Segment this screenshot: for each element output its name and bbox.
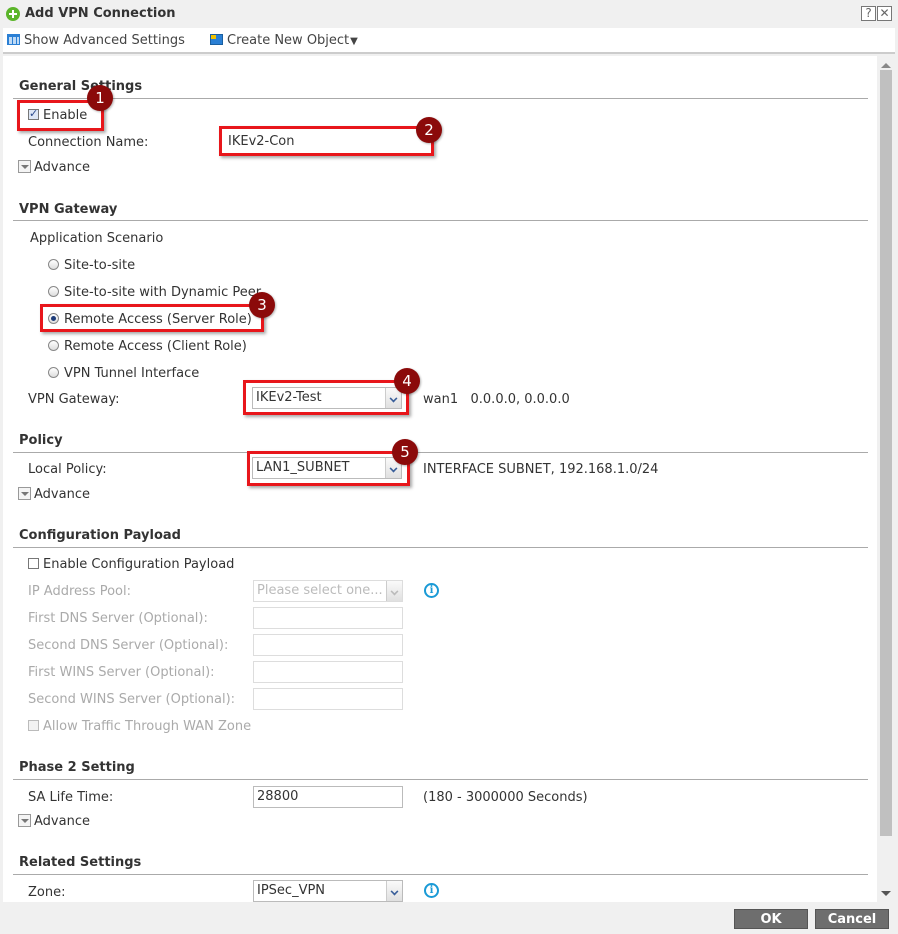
vertical-scrollbar[interactable]	[877, 56, 895, 902]
show-advanced-settings-label: Show Advanced Settings	[24, 33, 185, 48]
radio-label: Site-to-site	[64, 258, 136, 273]
annotation-badge-5: 5	[392, 439, 418, 465]
annotation-badge-1: 1	[87, 85, 113, 111]
divider	[13, 547, 868, 548]
info-icon[interactable]: i	[424, 583, 439, 598]
highlight-box-2	[219, 126, 434, 156]
create-new-object-button[interactable]: Create New Object▼	[210, 33, 358, 48]
divider	[13, 874, 868, 875]
new-object-icon	[210, 34, 223, 45]
radio-remote-access-client[interactable]: Remote Access (Client Role)	[48, 339, 247, 354]
checkbox-box[interactable]	[28, 558, 39, 569]
enable-configuration-payload-checkbox[interactable]: Enable Configuration Payload	[28, 557, 234, 572]
dialog-title: Add VPN Connection	[25, 6, 176, 21]
dialog-content: General Settings Enable Connection Name:…	[3, 56, 877, 902]
ip-address-pool-select[interactable]: Please select one...	[253, 580, 403, 602]
caret-down-icon: ▼	[350, 36, 358, 47]
annotation-badge-2: 2	[416, 117, 442, 143]
scroll-down-icon[interactable]	[881, 891, 891, 896]
divider	[13, 98, 868, 99]
sa-life-time-label: SA Life Time:	[28, 790, 114, 805]
first-wins-label: First WINS Server (Optional):	[28, 665, 215, 680]
allow-traffic-wan-label: Allow Traffic Through WAN Zone	[43, 719, 252, 734]
expand-icon	[18, 160, 31, 173]
dialog-titlebar: Add VPN Connection ? ✕	[0, 0, 898, 28]
section-title-general: General Settings	[19, 79, 143, 94]
second-wins-label: Second WINS Server (Optional):	[28, 692, 236, 707]
policy-advance-toggle[interactable]: Advance	[18, 487, 90, 502]
first-dns-label: First DNS Server (Optional):	[28, 611, 208, 626]
zone-select[interactable]: IPSec_VPN	[253, 880, 403, 902]
annotation-badge-3: 3	[249, 292, 275, 318]
divider	[13, 220, 868, 221]
cancel-button[interactable]: Cancel	[815, 909, 889, 929]
second-wins-input[interactable]	[253, 688, 403, 710]
advance-label: Advance	[34, 160, 90, 175]
section-title-configuration-payload: Configuration Payload	[19, 528, 181, 543]
advance-label: Advance	[34, 814, 90, 829]
checkbox-box[interactable]	[28, 720, 39, 731]
application-scenario-label: Application Scenario	[30, 231, 164, 246]
ip-address-pool-label: IP Address Pool:	[28, 584, 131, 599]
radio-site-to-site[interactable]: Site-to-site	[48, 258, 135, 273]
scroll-thumb[interactable]	[880, 70, 892, 836]
divider	[13, 779, 868, 780]
add-icon	[6, 7, 20, 21]
highlight-box-5	[247, 451, 410, 486]
radio-button[interactable]	[48, 367, 59, 378]
radio-label: VPN Tunnel Interface	[64, 366, 200, 381]
chevron-down-icon[interactable]	[386, 581, 402, 601]
general-advance-toggle[interactable]: Advance	[18, 160, 90, 175]
chevron-down-icon[interactable]	[386, 881, 402, 901]
section-title-phase2: Phase 2 Setting	[19, 760, 135, 775]
section-title-policy: Policy	[19, 433, 63, 448]
info-icon[interactable]: i	[424, 883, 439, 898]
zone-value: IPSec_VPN	[257, 883, 326, 898]
first-wins-input[interactable]	[253, 661, 403, 683]
advance-label: Advance	[34, 487, 90, 502]
second-dns-input[interactable]	[253, 634, 403, 656]
highlight-box-4	[243, 380, 409, 415]
first-dns-input[interactable]	[253, 607, 403, 629]
highlight-box-3	[40, 304, 264, 332]
expand-icon	[18, 814, 31, 827]
divider	[13, 452, 868, 453]
allow-traffic-wan-checkbox[interactable]: Allow Traffic Through WAN Zone	[28, 719, 251, 734]
annotation-badge-4: 4	[394, 368, 420, 394]
ok-button[interactable]: OK	[734, 909, 808, 929]
phase2-advance-toggle[interactable]: Advance	[18, 814, 90, 829]
vpn-gateway-label: VPN Gateway:	[28, 392, 120, 407]
create-new-object-label: Create New Object	[227, 33, 350, 48]
second-dns-label: Second DNS Server (Optional):	[28, 638, 229, 653]
ip-address-pool-placeholder: Please select one...	[257, 583, 383, 598]
radio-button[interactable]	[48, 286, 59, 297]
radio-button[interactable]	[48, 340, 59, 351]
help-button[interactable]: ?	[861, 6, 876, 21]
scroll-up-icon[interactable]	[881, 63, 891, 68]
radio-site-to-site-dynamic-peer[interactable]: Site-to-site with Dynamic Peer	[48, 285, 261, 300]
section-title-related: Related Settings	[19, 855, 142, 870]
radio-button[interactable]	[48, 259, 59, 270]
show-advanced-settings-button[interactable]: Show Advanced Settings	[7, 33, 185, 48]
local-policy-info: INTERFACE SUBNET, 192.168.1.0/24	[423, 462, 659, 477]
table-icon	[7, 34, 20, 45]
section-title-vpn-gateway: VPN Gateway	[19, 202, 118, 217]
radio-label: Site-to-site with Dynamic Peer	[64, 285, 262, 300]
radio-vpn-tunnel-interface[interactable]: VPN Tunnel Interface	[48, 366, 199, 381]
enable-configuration-payload-label: Enable Configuration Payload	[43, 557, 235, 572]
local-policy-label: Local Policy:	[28, 462, 107, 477]
zone-label: Zone:	[28, 885, 66, 900]
connection-name-label: Connection Name:	[28, 135, 149, 150]
sa-life-time-range: (180 - 3000000 Seconds)	[423, 790, 588, 805]
radio-label: Remote Access (Client Role)	[64, 339, 247, 354]
vpn-gateway-info: wan1 0.0.0.0, 0.0.0.0	[423, 392, 570, 407]
sa-life-time-input[interactable]: 28800	[253, 786, 403, 808]
expand-icon	[18, 487, 31, 500]
toolbar: Show Advanced Settings Create New Object…	[3, 28, 895, 54]
close-button[interactable]: ✕	[877, 6, 892, 21]
